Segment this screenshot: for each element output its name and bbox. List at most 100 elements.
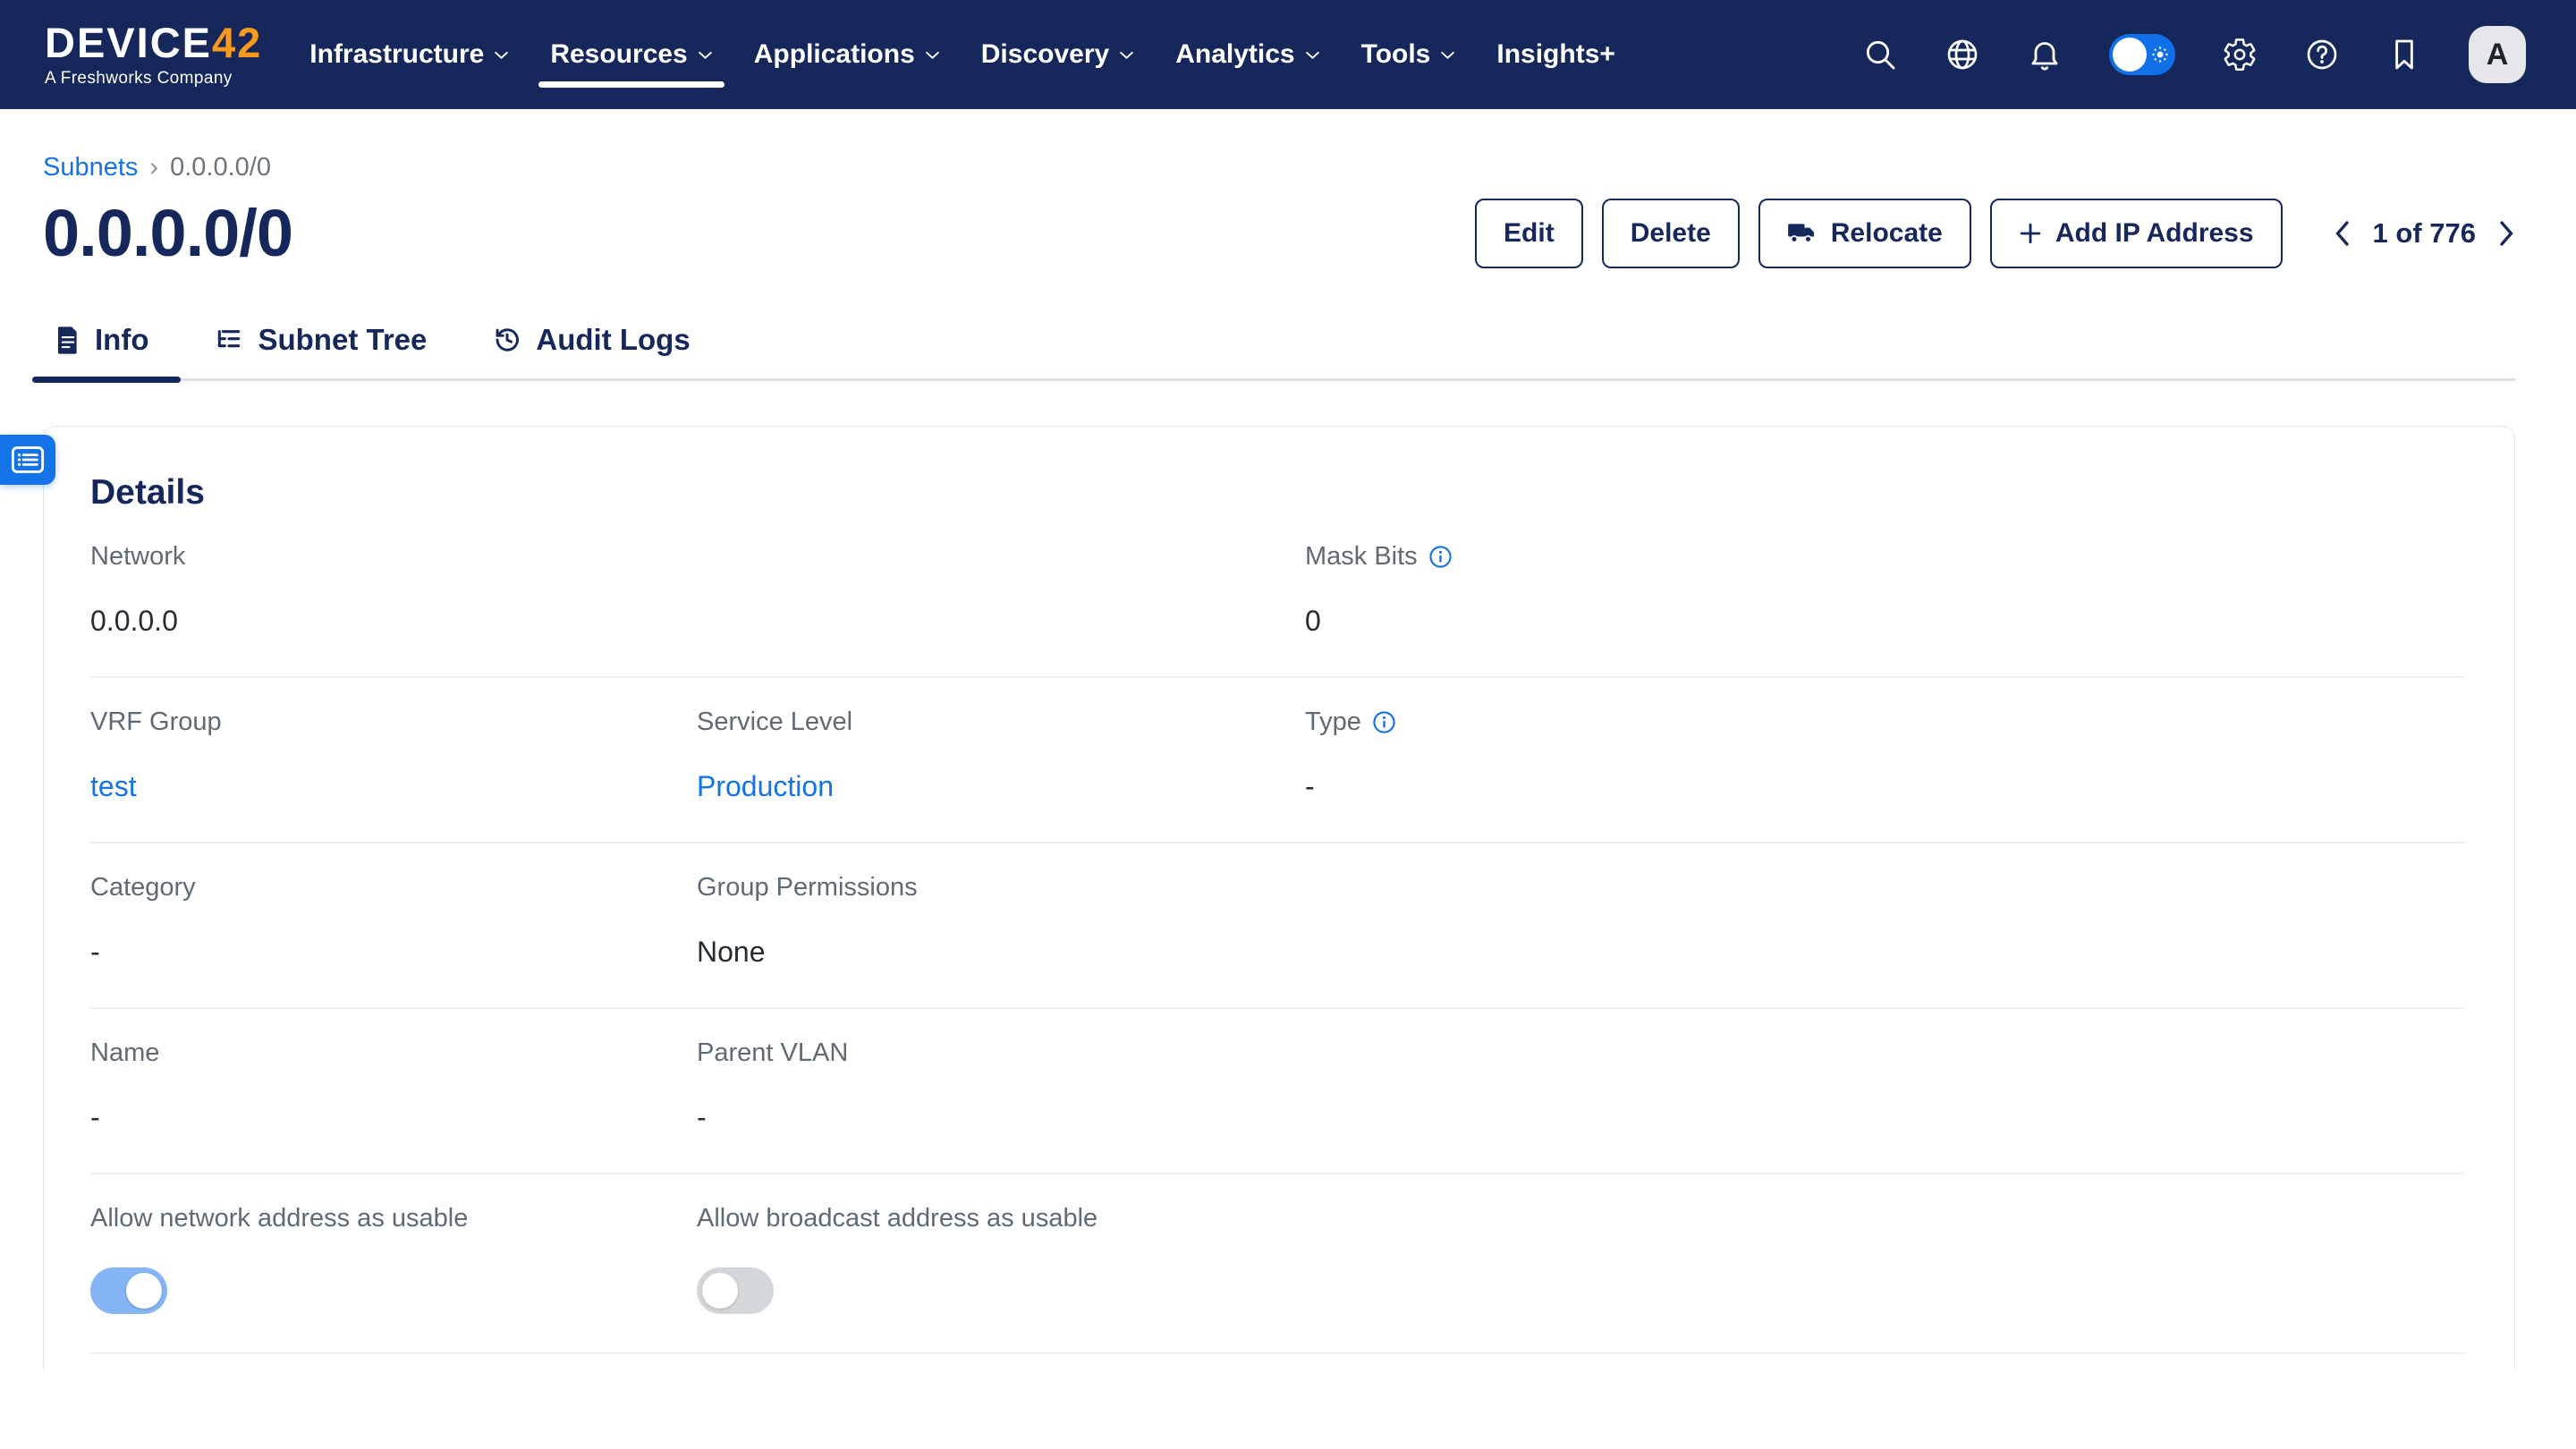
details-card-inner: Details Network 0.0.0.0 Mask Bits 0	[43, 426, 2515, 1379]
detail-tabs: Info Subnet Tree Audit Logs	[43, 323, 2515, 381]
field-label-text: Type	[1305, 708, 1361, 737]
delete-button[interactable]: Delete	[1602, 199, 1740, 268]
field-value: 0	[1305, 605, 2464, 638]
nav-item-label: Applications	[754, 39, 915, 70]
brand-tagline: A Freshworks Company	[45, 69, 262, 89]
search-icon[interactable]	[1862, 37, 1898, 72]
allow-broadcast-toggle[interactable]	[697, 1267, 774, 1314]
details-heading: Details	[90, 473, 2464, 513]
service-level-link[interactable]: Production	[697, 770, 1305, 803]
title-row: 0.0.0.0/0 Edit Delete Relocate Add IP Ad…	[43, 195, 2515, 271]
theme-toggle[interactable]	[2109, 34, 2175, 75]
pager-next-button[interactable]	[2499, 220, 2515, 247]
allow-network-toggle[interactable]	[90, 1267, 167, 1314]
nav-item-analytics[interactable]: Analytics	[1155, 0, 1340, 109]
breadcrumb-parent-link[interactable]: Subnets	[43, 153, 138, 182]
field-value: 0.0.0.0	[90, 605, 697, 638]
detail-row: Name - Parent VLAN -	[90, 1009, 2464, 1174]
nav-item-applications[interactable]: Applications	[733, 0, 961, 109]
field-empty	[1305, 873, 2464, 969]
field-label: Group Permissions	[697, 873, 1305, 902]
nav-item-discovery[interactable]: Discovery	[961, 0, 1155, 109]
field-label-text: Mask Bits	[1305, 542, 1418, 572]
edit-button-label: Edit	[1504, 218, 1555, 249]
tab-audit-logs[interactable]: Audit Logs	[487, 323, 695, 381]
field-label: Service Level	[697, 708, 1305, 737]
nav-item-infrastructure[interactable]: Infrastructure	[289, 0, 530, 109]
navbar-icon-group: A	[1862, 26, 2526, 83]
pager-previous-button[interactable]	[2334, 220, 2350, 247]
field-service-level: Service Level Production	[697, 708, 1305, 803]
info-icon[interactable]	[1372, 710, 1396, 734]
nav-item-insights[interactable]: Insights+	[1476, 0, 1636, 109]
field-label: Type	[1305, 708, 2464, 737]
sun-icon	[2151, 46, 2169, 64]
field-label: Name	[90, 1038, 697, 1068]
field-label: Parent VLAN	[697, 1038, 1305, 1068]
avatar-letter: A	[2487, 38, 2509, 72]
detail-row: Category - Group Permissions None	[90, 843, 2464, 1009]
gear-icon[interactable]	[2222, 37, 2258, 72]
nav-item-label: Insights+	[1496, 39, 1615, 70]
document-icon	[55, 326, 80, 355]
list-panel-icon	[11, 445, 45, 474]
field-group-permissions: Group Permissions None	[697, 873, 1305, 969]
field-type: Type -	[1305, 708, 2464, 803]
toggle-knob	[126, 1273, 162, 1309]
tab-subnet-tree-label: Subnet Tree	[258, 323, 427, 357]
field-empty	[1305, 1038, 2464, 1134]
field-value: None	[697, 936, 1305, 969]
plus-icon	[2019, 222, 2042, 245]
main-menu: Infrastructure Resources Applications Di…	[289, 0, 1636, 109]
toggle-knob	[702, 1273, 738, 1309]
relocate-button[interactable]: Relocate	[1758, 199, 1971, 268]
brand-accent-text: 42	[212, 19, 262, 66]
add-ip-button-label: Add IP Address	[2055, 218, 2254, 249]
side-panel-flyout-button[interactable]	[0, 435, 55, 485]
field-name: Name -	[90, 1038, 697, 1134]
edit-button[interactable]: Edit	[1475, 199, 1583, 268]
chevron-down-icon	[698, 50, 713, 60]
nav-item-label: Infrastructure	[309, 39, 484, 70]
help-icon[interactable]	[2304, 37, 2340, 72]
delete-button-label: Delete	[1631, 218, 1711, 249]
record-pager: 1 of 776	[2334, 217, 2515, 250]
history-icon	[493, 326, 521, 354]
field-label: VRF Group	[90, 708, 697, 737]
pager-position: 1 of 776	[2373, 217, 2476, 250]
brand-text: DEVICE	[45, 19, 212, 66]
bell-icon[interactable]	[2027, 37, 2063, 72]
detail-row: Allow network address as usable Allow br…	[90, 1174, 2464, 1354]
chevron-down-icon	[1119, 50, 1134, 60]
add-ip-address-button[interactable]: Add IP Address	[1990, 199, 2283, 268]
field-value: -	[90, 1101, 697, 1134]
field-mask-bits: Mask Bits 0	[1305, 542, 2464, 638]
nav-item-tools[interactable]: Tools	[1341, 0, 1477, 109]
brand-logo[interactable]: DEVICE42 A Freshworks Company	[45, 21, 262, 89]
globe-icon[interactable]	[1945, 37, 1980, 72]
tab-audit-logs-label: Audit Logs	[536, 323, 690, 357]
avatar[interactable]: A	[2469, 26, 2526, 83]
breadcrumb: Subnets › 0.0.0.0/0	[43, 153, 2515, 182]
top-navbar: DEVICE42 A Freshworks Company Infrastruc…	[0, 0, 2576, 109]
chevron-left-icon	[2334, 220, 2350, 247]
tab-subnet-tree[interactable]: Subnet Tree	[209, 323, 432, 381]
nav-item-label: Tools	[1361, 39, 1431, 70]
tab-info[interactable]: Info	[50, 323, 154, 381]
info-icon[interactable]	[1428, 545, 1453, 569]
nav-item-label: Discovery	[981, 39, 1109, 70]
truck-icon	[1787, 220, 1818, 247]
field-category: Category -	[90, 873, 697, 969]
bookmark-icon[interactable]	[2386, 37, 2422, 72]
tree-list-icon	[215, 326, 243, 354]
detail-row: Network 0.0.0.0 Mask Bits 0	[90, 513, 2464, 678]
nav-item-label: Analytics	[1175, 39, 1294, 70]
action-buttons: Edit Delete Relocate Add IP Address	[1475, 199, 2515, 268]
nav-item-resources[interactable]: Resources	[530, 0, 733, 109]
vrf-group-link[interactable]: test	[90, 770, 697, 803]
field-network: Network 0.0.0.0	[90, 542, 697, 638]
detail-row: Customer	[90, 1354, 2464, 1379]
field-empty	[1305, 1204, 2464, 1314]
tab-info-label: Info	[95, 323, 148, 357]
field-value: -	[1305, 770, 2464, 803]
